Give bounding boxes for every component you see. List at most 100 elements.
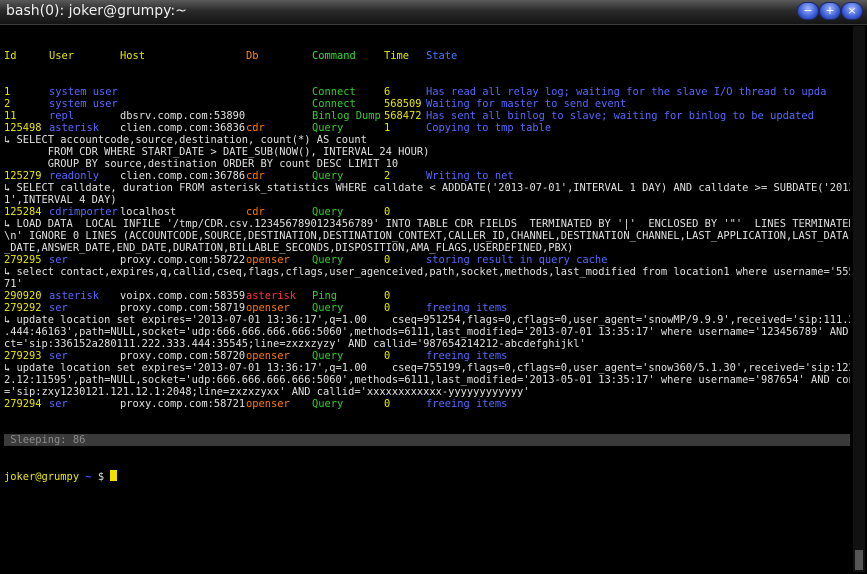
process-id: 125498 [4, 122, 42, 134]
prompt-path: ~ [85, 471, 92, 483]
window-controls: − + × [795, 1, 865, 21]
process-host: proxy.comp.com:58721 [120, 398, 246, 410]
process-id: 11 [4, 110, 17, 122]
column-command: Command [312, 50, 356, 62]
process-query-line: ='sip:zxy1230121.121.12.1:2048;line=zxzx… [4, 386, 530, 398]
process-state: Has sent all binlog to slave; waiting fo… [426, 110, 814, 122]
process-query-line: ↳ LOAD DATA LOCAL INFILE '/tmp/CDR.csv.1… [4, 218, 850, 230]
process-command: Connect [312, 86, 356, 98]
process-db: openser [246, 254, 290, 266]
window-title: bash(0): joker@grumpy:~ [6, 3, 187, 19]
maximize-button[interactable]: + [819, 2, 841, 20]
process-query-line: 2.12:11595',path=NULL,socket='udp:666.66… [4, 374, 850, 386]
process-query-line: ct='sip:336152a280111.222.333.444:35545;… [4, 338, 586, 350]
process-query-line: FROM CDR WHERE START_DATE > DATE_SUB(NOW… [4, 146, 430, 158]
process-command: Query [312, 254, 344, 266]
process-state: freeing items [426, 302, 508, 314]
process-state: storing result in query cache [426, 254, 608, 266]
process-time: 0 [384, 290, 391, 302]
text-cursor [110, 470, 118, 481]
scrollbar-thumb[interactable] [855, 550, 863, 570]
process-time: 0 [384, 302, 391, 314]
process-time: 0 [384, 350, 391, 362]
terminal-output[interactable]: Id User Host Db Command Time State 1 syst… [4, 26, 850, 572]
column-state: State [426, 50, 458, 62]
column-id: Id [4, 50, 17, 62]
process-id: 2 [4, 98, 11, 110]
process-state: Copying to tmp table [426, 122, 552, 134]
shell-prompt[interactable]: joker@grumpy ~ $ [4, 470, 850, 483]
close-button[interactable]: × [841, 2, 863, 20]
process-host: proxy.comp.com:58720 [120, 350, 246, 362]
process-time: 0 [384, 254, 391, 266]
process-command: Query [312, 170, 344, 182]
process-user: ser [49, 254, 68, 266]
process-host: proxy.comp.com:58722 [120, 254, 246, 266]
process-command: Query [312, 206, 344, 218]
scrollbar[interactable] [853, 26, 865, 572]
process-command: Query [312, 398, 344, 410]
process-query-line: GROUP BY source,destination ORDER BY cou… [4, 158, 399, 170]
process-user: ser [49, 302, 68, 314]
process-user: cdrimporter [49, 206, 118, 218]
process-query-line: ↳ update location set expires='2013-07-0… [4, 314, 850, 326]
process-user: asterisk [49, 122, 100, 134]
process-host: localhost [120, 206, 177, 218]
process-host: clien.comp.com:36786 [120, 170, 246, 182]
prompt-symbol: $ [97, 471, 105, 483]
column-db: Db [246, 50, 259, 62]
process-row: 279292 ser proxy.comp.com:58719 openser Quer… [4, 302, 850, 314]
process-row: 279294 ser proxy.comp.com:58721 openser Quer… [4, 398, 850, 410]
process-db: openser [246, 302, 290, 314]
process-id: 279293 [4, 350, 42, 362]
process-query-line: .444:46163',path=NULL,socket='udp:666.66… [4, 326, 850, 338]
process-state: Writing to net [426, 170, 514, 182]
process-row: 125498 asterisk clien.comp.com:36836 cdr Que… [4, 122, 850, 134]
process-db: cdr [246, 122, 265, 134]
process-db: asterisk [246, 290, 297, 302]
process-time: 0 [384, 206, 391, 218]
process-id: 125279 [4, 170, 42, 182]
process-id: 279292 [4, 302, 42, 314]
processlist-header: Id User Host Db Command Time State [4, 50, 850, 62]
process-host: dbsrv.comp.com:53890 [120, 110, 246, 122]
column-host: Host [120, 50, 146, 62]
process-time: 2 [384, 170, 391, 182]
process-user: repl [49, 110, 75, 122]
process-time: 1 [384, 122, 391, 134]
process-user: system user [49, 98, 118, 110]
process-query-line: ↳ SELECT accountcode,source,destination,… [4, 134, 367, 146]
process-query-line: ↳ SELECT calldate, duration FROM asteris… [4, 182, 850, 194]
process-command: Connect [312, 98, 356, 110]
process-query-line: 1',INTERVAL 4 DAY) [4, 194, 117, 206]
process-query-line: ↳ select contact,expires,q,callid,cseq,f… [4, 266, 850, 278]
process-user: system user [49, 86, 118, 98]
process-id: 279295 [4, 254, 42, 266]
process-state: Has read all relay log; waiting for the … [426, 86, 827, 98]
process-state: Waiting for master to send event [426, 98, 627, 110]
process-db: openser [246, 350, 290, 362]
process-command: Query [312, 302, 344, 314]
process-user: ser [49, 350, 68, 362]
process-query-line: ↳ update location set expires='2013-07-0… [4, 362, 850, 374]
process-id: 290920 [4, 290, 42, 302]
process-time: 0 [384, 398, 391, 410]
process-db: cdr [246, 206, 265, 218]
process-row: 11 repl dbsrv.comp.com:53890 Binlog Dump 568… [4, 110, 850, 122]
process-row: 279293 ser proxy.comp.com:58720 openser Quer… [4, 350, 850, 362]
process-command: Query [312, 350, 344, 362]
process-id: 1 [4, 86, 11, 98]
process-query-line: _DATE,ANSWER_DATE,END_DATE,DURATION,BILL… [4, 242, 574, 254]
process-db: openser [246, 398, 290, 410]
process-list: 1 system user Connect 6 Has read all relay l… [4, 86, 850, 410]
process-row: 290920 asterisk voipx.comp.com:58359 asteri… [4, 290, 850, 302]
title-bar[interactable]: bash(0): joker@grumpy:~ − + × [0, 0, 867, 25]
process-row: 125279 readonly clien.comp.com:36786 cdr Que… [4, 170, 850, 182]
process-host: clien.comp.com:36836 [120, 122, 246, 134]
process-command: Binlog Dump [312, 110, 381, 122]
process-time: 6 [384, 86, 391, 98]
sleeping-status: Sleeping: 86 [4, 434, 850, 446]
process-command: Ping [312, 290, 338, 302]
minimize-button[interactable]: − [797, 2, 819, 20]
process-time: 568509 [384, 98, 422, 110]
